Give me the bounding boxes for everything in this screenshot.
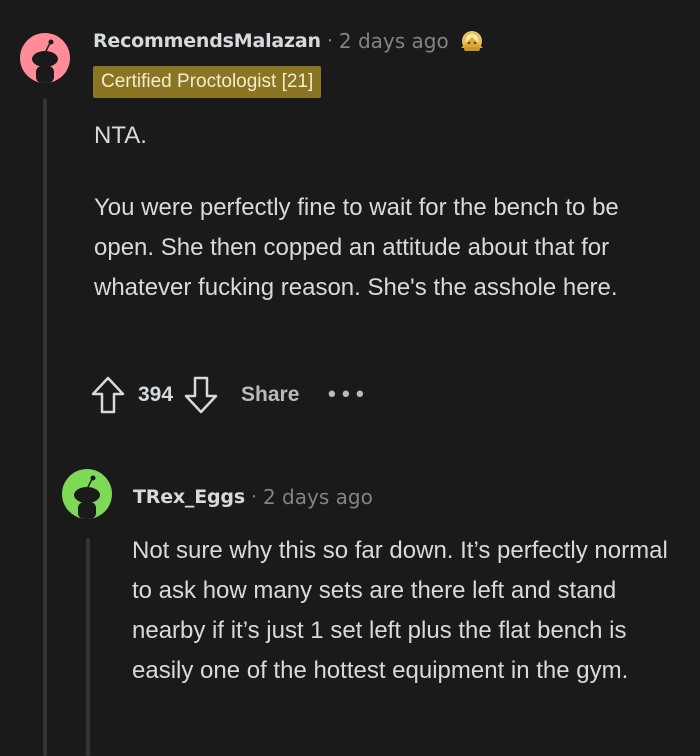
vote-score: 394 [138,383,174,406]
comment-2-meta: TRex_Eggs · 2 days ago [133,480,373,514]
comment-paragraph: NTA. [94,122,147,149]
comment-paragraph: You were perfectly fine to wait for the … [94,194,619,301]
comment-1-body: NTA. You were perfectly fine to wait for… [94,116,684,308]
snoo-avatar-icon [20,33,70,83]
gold-award-icon[interactable] [457,26,487,56]
downvote-icon[interactable] [183,374,219,416]
thread-line-comment-2[interactable] [86,538,90,756]
comment-1-meta: RecommendsMalazan · 2 days ago [93,24,487,58]
username-link[interactable]: TRex_Eggs [133,486,245,508]
user-flair: Certified Proctologist [21] [93,66,322,98]
share-button[interactable]: Share [241,383,299,407]
timestamp[interactable]: 2 days ago [339,29,449,53]
avatar-trex-eggs[interactable] [62,469,112,519]
separator-dot: · [250,486,257,508]
avatar-recommendsmalazan[interactable] [20,33,70,83]
upvote-icon[interactable] [90,374,126,416]
timestamp[interactable]: 2 days ago [263,485,373,509]
thread-line-comment-1[interactable] [43,98,47,756]
snoo-avatar-icon [62,469,112,519]
more-options-button[interactable]: ••• [325,383,367,408]
separator-dot: · [326,30,333,52]
comment-2-body: Not sure why this so far down. It’s perf… [132,531,677,691]
comment-paragraph: Not sure why this so far down. It’s perf… [132,537,668,684]
comment-1-actions: 394 Share ••• [90,374,367,416]
username-link[interactable]: RecommendsMalazan [93,30,321,52]
